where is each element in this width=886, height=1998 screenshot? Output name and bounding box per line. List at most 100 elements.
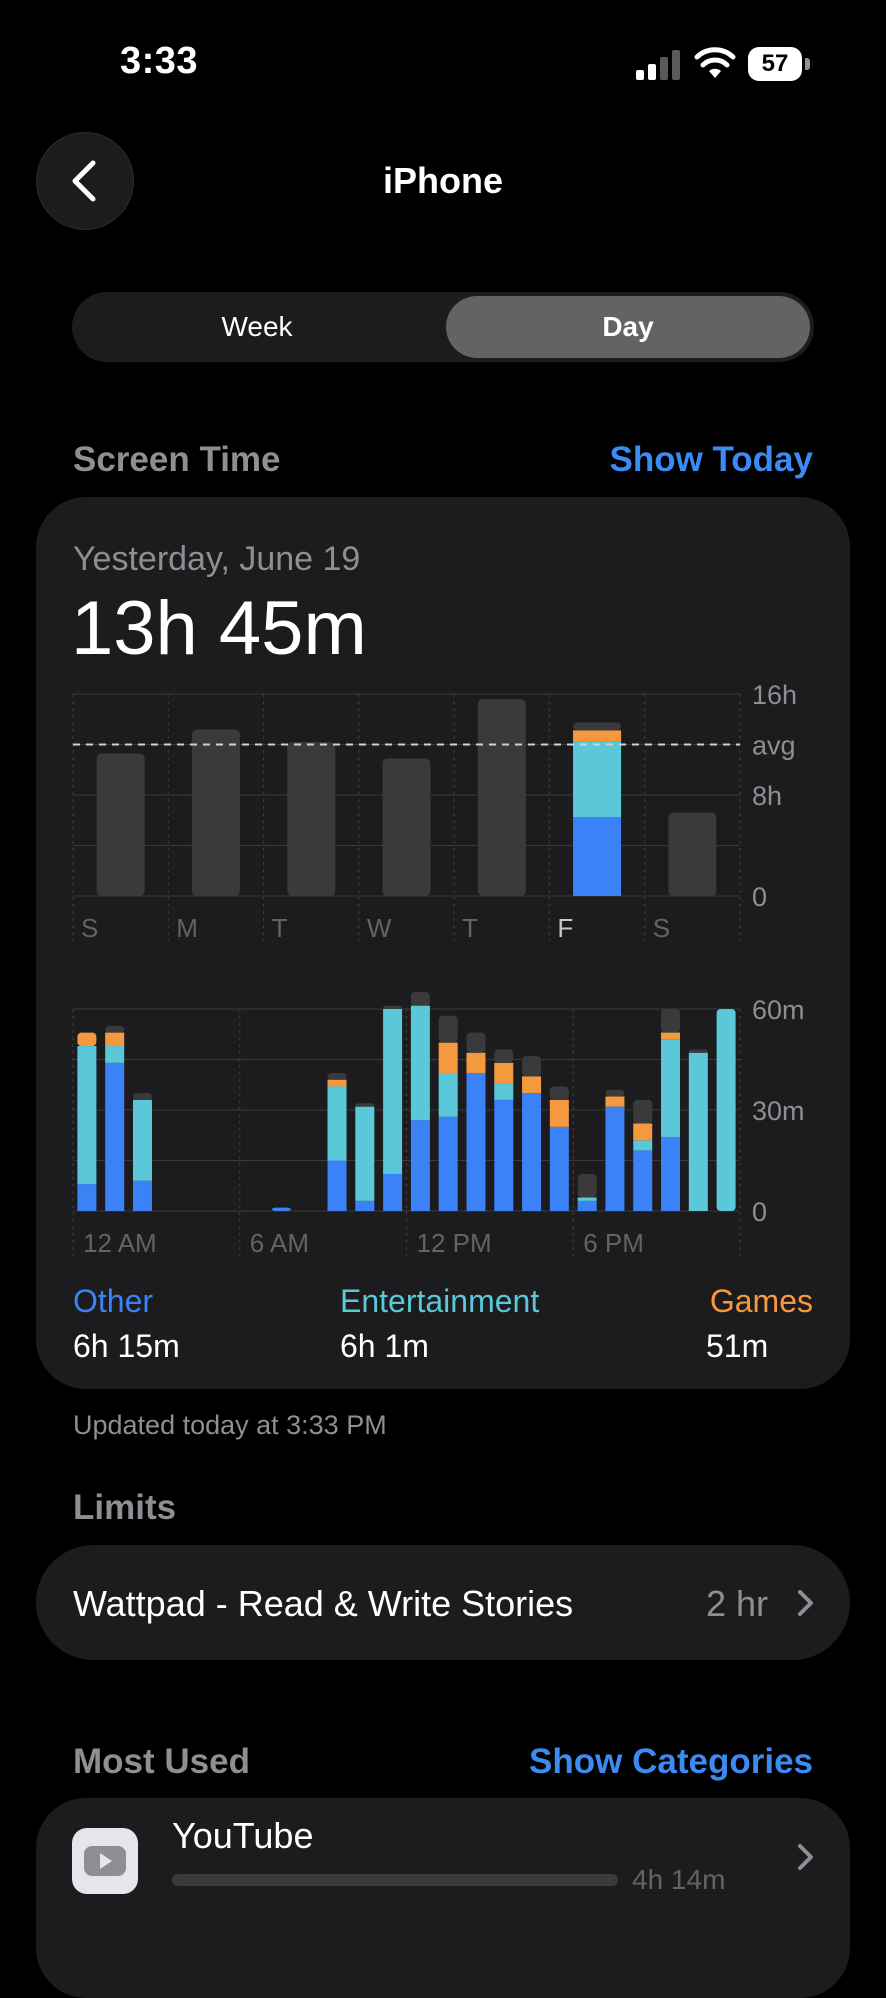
- hourly-x-label: 12 PM: [417, 1228, 492, 1258]
- weekly-day-label: T: [462, 913, 478, 943]
- hourly-x-label: 12 AM: [83, 1228, 157, 1258]
- hourly-bar-segment: [549, 1086, 569, 1100]
- hourly-bar-segment: [494, 1062, 514, 1084]
- usage-bar: [172, 1874, 618, 1886]
- most-used-row-youtube[interactable]: [36, 1798, 850, 1998]
- hourly-bar-segment: [410, 1120, 430, 1211]
- hourly-bar-segment: [355, 1103, 375, 1107]
- hourly-bar-segment: [522, 1056, 542, 1077]
- hourly-bar-segment: [355, 1200, 375, 1211]
- weekly-day-label: M: [176, 913, 198, 943]
- weekly-y-label: 8h: [752, 781, 782, 811]
- hourly-bar-segment: [549, 1126, 569, 1211]
- most-used-heading: Most Used: [73, 1742, 250, 1781]
- weekly-y-label: 16h: [752, 680, 797, 710]
- hourly-bar-segment: [105, 1025, 125, 1033]
- hourly-bar-segment: [688, 1052, 708, 1211]
- hourly-bar-segment: [438, 1042, 458, 1073]
- hourly-bar-segment: [383, 1173, 403, 1211]
- hourly-bar-segment: [77, 1032, 97, 1047]
- chevron-right-icon: [798, 1844, 813, 1870]
- hourly-bar-segment: [77, 1046, 97, 1185]
- hourly-bar-segment: [438, 1072, 458, 1117]
- app-usage-time: 4h 14m: [632, 1864, 726, 1895]
- hourly-bar-segment: [383, 1005, 403, 1009]
- updated-label: Updated today at 3:33 PM: [73, 1410, 387, 1440]
- hourly-bar-segment: [105, 1046, 125, 1063]
- hourly-y-label: 60m: [752, 995, 805, 1025]
- hourly-bar-segment: [355, 1106, 375, 1201]
- hourly-bar-segment: [410, 992, 430, 1006]
- hourly-bar-segment: [438, 1116, 458, 1211]
- weekly-day-label: F: [557, 913, 573, 943]
- average-label: avg: [752, 731, 796, 761]
- hourly-bar-segment: [577, 1197, 597, 1201]
- weekly-bar: [191, 729, 240, 896]
- hourly-bar-segment: [661, 1039, 681, 1137]
- hourly-bar-segment: [327, 1072, 347, 1080]
- hourly-bar-segment: [494, 1099, 514, 1211]
- hourly-x-label: 6 PM: [583, 1228, 644, 1258]
- hourly-bar-segment: [494, 1049, 514, 1063]
- hourly-bar-segment: [271, 1207, 291, 1211]
- weekly-day-label: W: [367, 913, 392, 943]
- weekly-bar: [96, 753, 145, 896]
- hourly-bar-segment: [549, 1099, 569, 1127]
- legend-entertainment-value: 6h 1m: [340, 1328, 429, 1364]
- legend-entertainment-label: Entertainment: [340, 1283, 540, 1319]
- hourly-bar-segment: [466, 1052, 486, 1073]
- hourly-bar-segment: [522, 1076, 542, 1094]
- hourly-bar-segment: [383, 1009, 403, 1174]
- show-categories-link[interactable]: Show Categories: [529, 1742, 813, 1782]
- hourly-bar-segment: [661, 1009, 681, 1033]
- chevron-right-icon: [798, 1590, 813, 1616]
- hourly-y-label: 30m: [752, 1096, 805, 1126]
- weekly-bar: [477, 699, 526, 896]
- weekly-bar-segment: [573, 741, 622, 818]
- hourly-bar-segment: [132, 1099, 152, 1181]
- weekly-bar-segment: [573, 817, 622, 896]
- legend-other-label: Other: [73, 1283, 154, 1319]
- hourly-bar-segment: [605, 1089, 625, 1097]
- weekly-bar: [287, 741, 336, 896]
- hourly-bar-segment: [633, 1123, 653, 1141]
- hourly-bar-segment: [105, 1032, 125, 1047]
- weekly-day-label: T: [272, 913, 288, 943]
- weekly-day-label: S: [81, 913, 98, 943]
- hourly-bar-segment: [688, 1049, 708, 1053]
- weekly-bar-segment: [573, 730, 622, 742]
- hourly-bar-segment: [494, 1083, 514, 1100]
- hourly-bar-segment: [633, 1140, 653, 1151]
- limit-value: 2 hr: [706, 1583, 769, 1624]
- limits-heading: Limits: [73, 1488, 177, 1527]
- weekly-bar: [382, 758, 431, 896]
- hourly-bar-segment: [77, 1184, 97, 1211]
- app-name: YouTube: [172, 1815, 314, 1856]
- hourly-bar-segment: [605, 1106, 625, 1211]
- youtube-icon: [72, 1828, 138, 1894]
- hourly-bar-segment: [577, 1200, 597, 1211]
- legend-games-label: Games: [709, 1283, 813, 1319]
- legend-games-value: 51m: [706, 1328, 769, 1364]
- hourly-bar-segment: [577, 1173, 597, 1198]
- hourly-bar-segment: [716, 1009, 736, 1211]
- weekly-day-label: S: [653, 913, 670, 943]
- hourly-bar-segment: [605, 1096, 625, 1107]
- hourly-bar-segment: [661, 1032, 681, 1040]
- hourly-bar-segment: [327, 1086, 347, 1161]
- hourly-bar-segment: [438, 1015, 458, 1043]
- hourly-bar-segment: [633, 1150, 653, 1211]
- limit-app-name: Wattpad - Read & Write Stories: [73, 1583, 574, 1624]
- hourly-bar-segment: [661, 1136, 681, 1211]
- hourly-bar-segment: [327, 1079, 347, 1087]
- hourly-y-label: 0: [752, 1197, 767, 1227]
- legend-other-value: 6h 15m: [73, 1328, 180, 1364]
- hourly-bar-segment: [410, 1005, 430, 1121]
- hourly-bar-segment: [105, 1062, 125, 1211]
- hourly-bar-segment: [522, 1093, 542, 1211]
- hourly-x-label: 6 AM: [250, 1228, 309, 1258]
- hourly-bar-segment: [132, 1180, 152, 1211]
- weekly-bar-segment: [573, 722, 622, 731]
- hourly-bar-segment: [327, 1160, 347, 1211]
- hourly-bar-segment: [466, 1072, 486, 1211]
